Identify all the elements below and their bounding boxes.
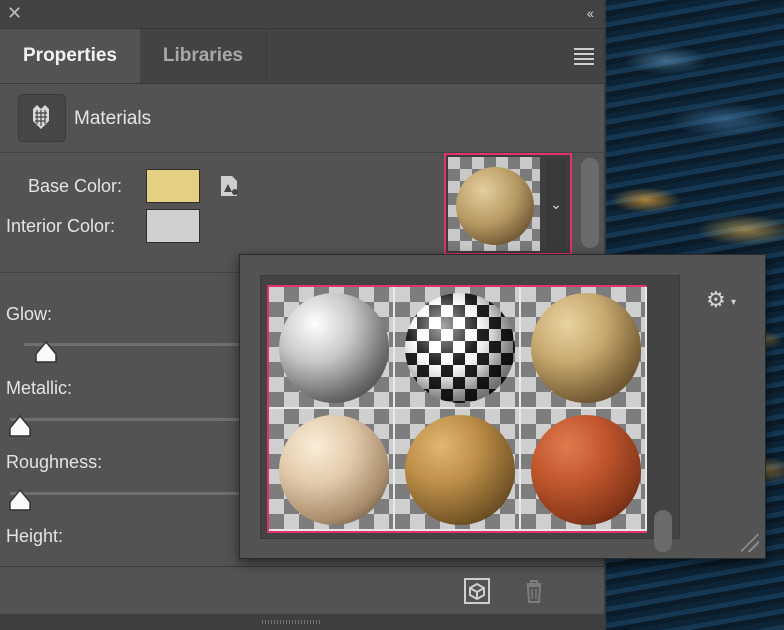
material-picker-popup: ⚙ ▾ <box>239 254 766 559</box>
panel-scrollbar[interactable] <box>581 158 599 248</box>
materials-icon <box>18 94 66 142</box>
material-sphere <box>279 293 389 403</box>
close-icon[interactable]: ✕ <box>7 3 22 24</box>
material-thumb-3[interactable] <box>521 287 647 409</box>
panel-menu-icon[interactable] <box>574 48 594 68</box>
tab-bar: Properties Libraries <box>0 29 604 84</box>
material-preview[interactable]: ⌄ <box>444 153 572 255</box>
material-thumb-5[interactable] <box>395 409 521 531</box>
chevron-down-icon[interactable]: ⌄ <box>546 159 566 249</box>
material-thumb-4[interactable] <box>269 409 395 531</box>
material-thumb-2[interactable] <box>395 287 521 409</box>
panel-titlebar: ✕ ‹‹ <box>0 0 604 29</box>
gear-icon[interactable]: ⚙ <box>706 287 726 313</box>
material-grid <box>267 285 647 533</box>
material-sphere <box>405 293 515 403</box>
roughness-slider-track[interactable] <box>10 492 239 495</box>
resize-handle-icon[interactable] <box>741 534 759 552</box>
collapse-icon[interactable]: ‹‹ <box>587 5 594 21</box>
interior-color-label: Interior Color: <box>6 216 116 236</box>
new-3d-object-icon[interactable] <box>461 575 493 607</box>
height-label: Height: <box>6 526 64 546</box>
material-sphere <box>405 415 515 525</box>
panel-footer <box>0 566 604 615</box>
glow-label: Glow: <box>6 304 53 324</box>
tab-libraries[interactable]: Libraries <box>140 29 267 83</box>
material-thumb-6[interactable] <box>521 409 647 531</box>
base-color-label: Base Color: <box>28 176 123 196</box>
base-color-swatch[interactable] <box>146 169 200 203</box>
interior-color-swatch[interactable] <box>146 209 200 243</box>
material-sphere <box>531 293 641 403</box>
texture-edit-icon[interactable] <box>218 174 242 198</box>
material-thumb-1[interactable] <box>269 287 395 409</box>
picker-scrollbar[interactable] <box>654 510 672 552</box>
material-picker <box>260 275 680 552</box>
preview-background <box>448 157 540 251</box>
section-title: Materials <box>74 108 152 129</box>
metallic-slider-track[interactable] <box>10 418 239 421</box>
tab-properties[interactable]: Properties <box>0 29 140 83</box>
roughness-label: Roughness: <box>6 452 103 472</box>
material-sphere <box>279 415 389 525</box>
trash-icon[interactable] <box>518 575 550 607</box>
preview-material-sphere <box>456 167 534 245</box>
panel-resize-grip[interactable] <box>0 614 604 630</box>
metallic-label: Metallic: <box>6 378 73 398</box>
chevron-down-icon[interactable]: ▾ <box>731 297 736 308</box>
materials-header: Materials <box>0 84 604 153</box>
material-sphere <box>531 415 641 525</box>
